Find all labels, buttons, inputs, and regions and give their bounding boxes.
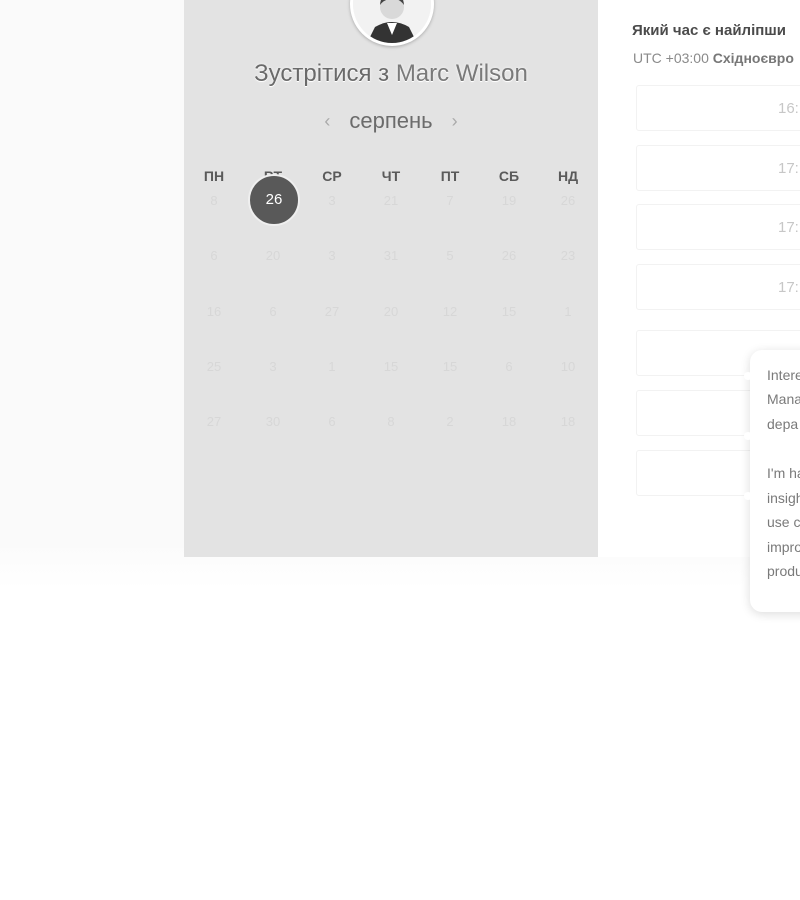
popup-pointer — [744, 372, 752, 380]
calendar-day[interactable]: 10 — [548, 355, 588, 379]
calendar-day[interactable]: 6 — [194, 244, 234, 268]
timezone-offset: UTC +03:00 — [633, 50, 709, 66]
title-prefix: Зустрітися з — [254, 60, 390, 87]
bio-line: produ — [767, 563, 800, 579]
calendar-day[interactable]: 27 — [312, 300, 352, 324]
popup-pointer — [744, 492, 752, 500]
timezone-name: Східноєвро — [712, 50, 794, 66]
calendar-day[interactable]: 18 — [489, 410, 529, 434]
bio-line: use c — [767, 514, 800, 530]
bio-line: Intere — [767, 367, 800, 383]
calendar-day[interactable]: 26 — [489, 244, 529, 268]
calendar-day[interactable]: 27 — [194, 410, 234, 434]
time-slot-label: 16: — [778, 100, 799, 117]
calendar-day[interactable]: 6 — [312, 410, 352, 434]
weekday-wed: СР — [322, 168, 342, 184]
calendar-day[interactable]: 25 — [194, 355, 234, 379]
calendar-day[interactable]: 26 — [548, 189, 588, 213]
calendar-day[interactable]: 3 — [312, 189, 352, 213]
calendar-day[interactable]: 16 — [194, 300, 234, 324]
calendar-day[interactable]: 20 — [371, 300, 411, 324]
calendar-day[interactable]: 15 — [430, 355, 470, 379]
calendar-day[interactable]: 2 — [430, 410, 470, 434]
meeting-title: Зустрітися з Marc Wilson — [184, 60, 598, 88]
host-avatar — [350, 0, 434, 46]
calendar-day[interactable]: 5 — [430, 244, 470, 268]
calendar-day[interactable]: 12 — [430, 300, 470, 324]
calendar-day[interactable]: 30 — [253, 410, 293, 434]
month-label: серпень — [349, 108, 433, 133]
weekday-header: ПН ВТ СР ЧТ ПТ СБ НД — [184, 168, 598, 188]
left-panel — [0, 0, 184, 549]
calendar-day[interactable]: 19 — [489, 189, 529, 213]
month-navigation: ‹ серпень › — [184, 106, 598, 136]
calendar-day[interactable]: 3 — [312, 244, 352, 268]
time-slot-label: 17: — [778, 279, 799, 296]
popup-pointer — [744, 432, 752, 440]
weekday-mon: ПН — [203, 168, 225, 184]
person-icon — [353, 0, 431, 43]
bio-line: I'm ha — [767, 465, 800, 481]
calendar-day[interactable]: 3 — [253, 355, 293, 379]
calendar-day[interactable]: 6 — [253, 300, 293, 324]
calendar-day[interactable]: 31 — [371, 244, 411, 268]
time-slot-label: 17: — [778, 160, 799, 177]
bio-line: insigh — [767, 490, 800, 506]
weekday-thu: ЧТ — [381, 168, 401, 184]
calendar-day[interactable]: 23 — [548, 244, 588, 268]
weekday-sat: СБ — [498, 168, 520, 184]
time-slot[interactable]: 16: — [636, 85, 800, 131]
calendar-day[interactable]: 20 — [253, 244, 293, 268]
chevron-right-icon[interactable]: › — [447, 111, 463, 132]
calendar-day[interactable]: 21 — [371, 189, 411, 213]
calendar-day[interactable]: 18 — [548, 410, 588, 434]
calendar-day[interactable]: 8 — [371, 410, 411, 434]
chevron-left-icon[interactable]: ‹ — [319, 111, 335, 132]
schedule-question: Який час є найліпши — [632, 22, 787, 39]
weekday-sun: НД — [557, 168, 579, 184]
timezone-label[interactable]: UTC +03:00 Східноєвро — [633, 50, 794, 66]
time-slot[interactable]: 17: — [636, 204, 800, 250]
bio-line: Mana — [767, 391, 800, 407]
calendar-day[interactable]: 15 — [489, 300, 529, 324]
calendar-day[interactable]: 7 — [430, 189, 470, 213]
time-slot[interactable]: 17: — [636, 145, 800, 191]
time-slot-label: 17: — [778, 219, 799, 236]
calendar-day[interactable]: 15 — [371, 355, 411, 379]
weekday-fri: ПТ — [440, 168, 460, 184]
calendar-day[interactable]: 8 — [194, 189, 234, 213]
selected-day[interactable]: 26 — [248, 174, 300, 226]
calendar-day[interactable]: 1 — [312, 355, 352, 379]
calendar-panel: Зустрітися з Marc Wilson ‹ серпень › ПН … — [184, 0, 598, 557]
calendar-day[interactable]: 6 — [489, 355, 529, 379]
bio-line: impro — [767, 539, 800, 555]
calendar-day[interactable]: 1 — [548, 300, 588, 324]
time-slot[interactable]: 17: — [636, 264, 800, 310]
bio-line: depa — [767, 416, 799, 432]
host-name: Marc Wilson — [395, 60, 528, 87]
